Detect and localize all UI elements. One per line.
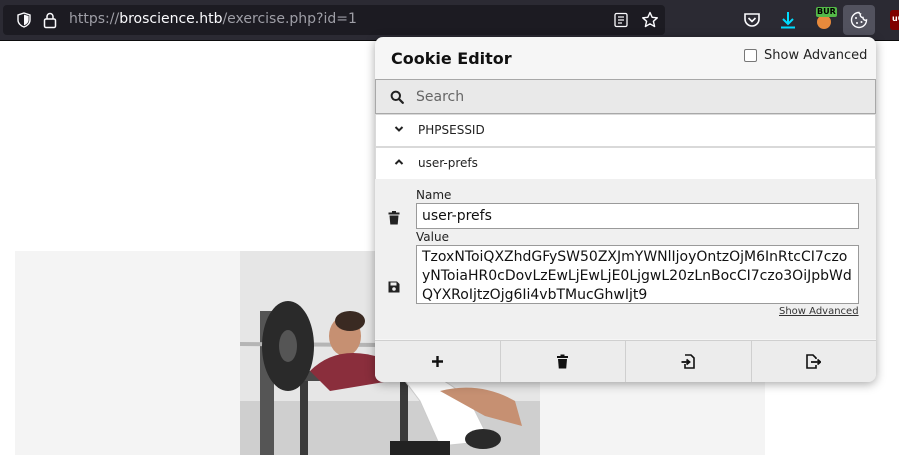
- search-icon: [390, 90, 404, 104]
- show-advanced-link[interactable]: Show Advanced: [779, 306, 859, 317]
- add-cookie-button[interactable]: [375, 341, 501, 382]
- delete-all-button[interactable]: [501, 341, 626, 382]
- burp-face-icon: [817, 15, 831, 29]
- save-cookie-icon[interactable]: [388, 280, 400, 294]
- chevron-down-icon: [394, 126, 404, 132]
- address-bar[interactable]: https://broscience.htb/exercise.php?id=1: [3, 5, 665, 35]
- import-icon: [681, 354, 695, 369]
- import-button[interactable]: [626, 341, 752, 382]
- url-prefix: https://: [69, 11, 120, 27]
- show-advanced-checkbox[interactable]: [744, 49, 757, 62]
- name-field-label: Name: [416, 188, 452, 202]
- url-text[interactable]: https://broscience.htb/exercise.php?id=1: [69, 11, 357, 27]
- tracking-protection-shield-icon[interactable]: [16, 12, 32, 28]
- search-input[interactable]: [416, 88, 856, 106]
- cookie-name-label: PHPSESSID: [418, 123, 485, 137]
- show-advanced-toggle[interactable]: Show Advanced: [744, 48, 867, 63]
- bookmark-star-icon[interactable]: [641, 11, 659, 29]
- cookie-value-field[interactable]: TzoxNToiQXZhdGFySW50ZXJmYWNlIjoyOntzOjM6…: [416, 245, 859, 304]
- cookie-name-field[interactable]: [416, 203, 859, 229]
- url-host: broscience.htb: [119, 11, 223, 27]
- cookie-editor-extension-button[interactable]: [843, 5, 875, 35]
- popup-title: Cookie Editor: [391, 49, 512, 68]
- burp-extension-icon[interactable]: BUR: [814, 7, 837, 31]
- delete-cookie-icon[interactable]: [388, 211, 400, 225]
- cookie-name-label: user-prefs: [418, 156, 478, 170]
- reader-view-icon[interactable]: [613, 12, 629, 28]
- cookie-editor-popup: Cookie Editor Show Advanced PHPSESSID us…: [375, 37, 876, 382]
- downloads-icon[interactable]: [778, 10, 798, 30]
- cookie-item-phpsessid[interactable]: PHPSESSID: [375, 114, 876, 147]
- value-field-label: Value: [416, 230, 449, 244]
- export-icon: [806, 354, 822, 369]
- lock-icon[interactable]: [42, 11, 58, 29]
- cookie-item-user-prefs[interactable]: user-prefs: [375, 147, 876, 180]
- ublock-badge: uO: [892, 14, 899, 23]
- burp-badge: BUR: [816, 7, 837, 17]
- export-button[interactable]: [752, 341, 877, 382]
- show-advanced-label: Show Advanced: [764, 48, 868, 63]
- ublock-extension-icon[interactable]: uO: [890, 10, 899, 30]
- cookie-icon: [850, 11, 868, 29]
- plus-icon: [431, 356, 443, 367]
- cookie-detail-panel: Name Value TzoxNToiQXZhdGFySW50ZXJmYWNlI…: [375, 179, 876, 339]
- action-footer: [375, 340, 876, 382]
- chevron-up-icon: [394, 159, 404, 165]
- browser-toolbar: https://broscience.htb/exercise.php?id=1…: [0, 0, 899, 41]
- cookie-search-bar: [375, 79, 876, 114]
- pocket-icon[interactable]: [742, 10, 762, 30]
- trash-icon: [557, 354, 569, 369]
- url-path: /exercise.php?id=1: [222, 11, 357, 27]
